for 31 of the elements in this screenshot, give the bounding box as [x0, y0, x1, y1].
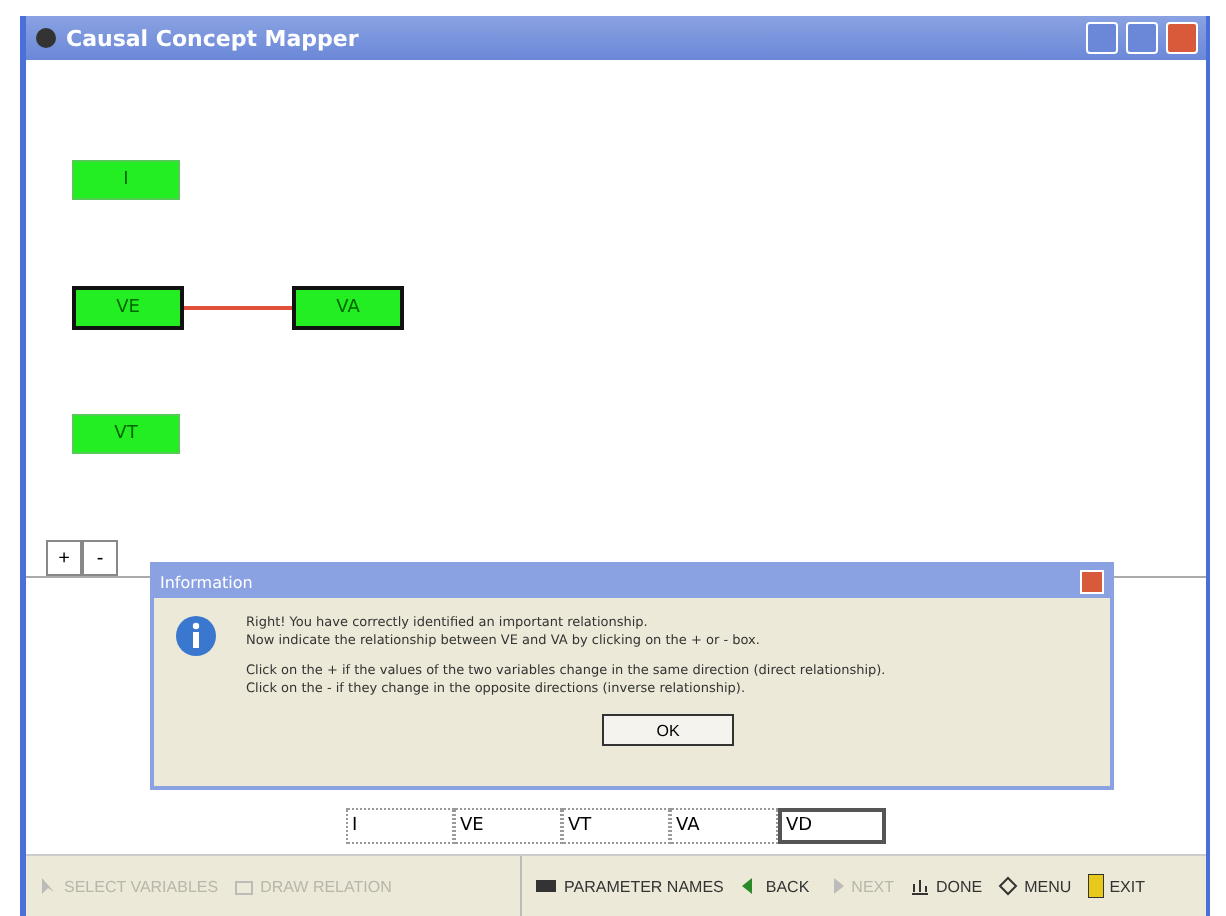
variable-field[interactable]: VT — [562, 808, 670, 844]
cursor-icon — [38, 876, 58, 896]
text-icon — [534, 876, 558, 896]
variable-node[interactable]: VE — [72, 285, 184, 329]
variable-field[interactable]: VE — [454, 808, 562, 844]
minimize-button[interactable] — [1086, 22, 1118, 54]
window-title: Causal Concept Mapper — [66, 25, 361, 51]
sign-button[interactable]: + — [46, 540, 82, 576]
link-icon — [234, 876, 255, 896]
toolbar-button[interactable]: EXIT — [1087, 874, 1145, 898]
variable-node[interactable]: VT — [72, 414, 180, 455]
dialog-title: Information — [160, 573, 253, 591]
variable-node[interactable]: I — [72, 159, 180, 200]
toolbar-button[interactable]: PARAMETER NAMES — [534, 876, 724, 896]
toolbar-button[interactable]: MENU — [998, 876, 1072, 896]
close-button[interactable] — [1080, 570, 1104, 594]
ok-button[interactable]: OK — [602, 714, 734, 747]
app-icon — [34, 26, 58, 50]
maximize-button[interactable] — [1126, 22, 1158, 54]
diamond-icon — [998, 876, 1019, 896]
toolbar-button[interactable]: DONE — [910, 876, 983, 896]
variable-node[interactable]: VA — [292, 285, 404, 329]
variable-field[interactable]: VD — [778, 808, 886, 844]
toolbar-button[interactable]: BACK — [739, 876, 810, 896]
info-icon — [174, 614, 218, 658]
door-icon — [1087, 874, 1104, 898]
variable-field[interactable]: I — [346, 808, 454, 844]
variable-field[interactable]: VA — [670, 808, 778, 844]
chart-icon — [910, 876, 931, 896]
close-button[interactable] — [1166, 22, 1198, 54]
sign-button[interactable]: - — [82, 540, 118, 576]
